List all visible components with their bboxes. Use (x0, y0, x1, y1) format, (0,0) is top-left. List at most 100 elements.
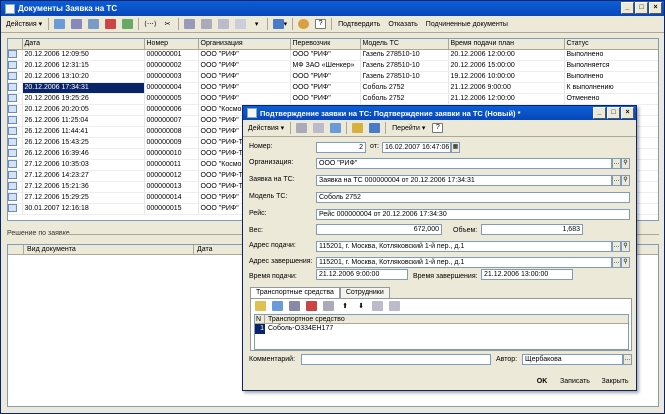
volume-field[interactable]: 1,683 (481, 224, 583, 235)
table-row[interactable]: 1 Соболь-О334ЕН177 (255, 324, 628, 334)
actions-menu-button[interactable]: Действия ▾ (3, 17, 45, 31)
calendar-icon[interactable]: ▦ (451, 142, 460, 153)
trip-field[interactable]: Рейс 000000004 от 20.12.2006 17:34:30 (316, 209, 630, 220)
post-icon[interactable] (294, 121, 309, 135)
comment-field[interactable] (301, 354, 491, 365)
tab-employees[interactable]: Сотрудники (339, 287, 390, 298)
cell-carrier: ООО "РИФ" (290, 71, 361, 83)
cell-status: Отменено (564, 93, 658, 105)
print-icon[interactable]: ▾ (271, 17, 290, 31)
help-icon[interactable]: ? (313, 17, 328, 31)
col-number[interactable]: Номер (144, 39, 199, 50)
minimize-button[interactable]: _ (621, 2, 634, 14)
col-model[interactable]: Модель ТС (360, 39, 449, 50)
tab-vehicles[interactable]: Транспортные средства (250, 287, 340, 298)
sort-icon[interactable] (216, 17, 231, 31)
number-field[interactable]: 2 (316, 142, 366, 153)
select-request-button[interactable]: … (612, 175, 621, 186)
table-header: Дата Номер Организация Перевозчик Модель… (8, 39, 658, 50)
col-date[interactable]: Дата (22, 39, 145, 50)
select-to-address-button[interactable]: … (612, 257, 621, 268)
sort-desc-icon[interactable] (387, 299, 402, 313)
print-preview-icon[interactable] (350, 121, 365, 135)
table-row[interactable]: 20.12.2006 17:34:31 000000004 ООО "РИФ" ООО… (8, 82, 658, 94)
open-to-address-icon[interactable]: ⚲ (621, 257, 630, 268)
select-author-button[interactable]: … (623, 354, 632, 365)
hierarchy-icon[interactable]: ⟨⋯⟩ (142, 17, 158, 31)
post-icon[interactable] (120, 17, 135, 31)
filter-icon[interactable] (182, 17, 197, 31)
to-address-field[interactable]: 115201, г. Москва, Котляковский 1-й пер.… (316, 257, 612, 268)
dialog-actions-menu[interactable]: Действия ▾ (245, 121, 287, 135)
copy-icon[interactable] (69, 17, 84, 31)
copy-row-icon[interactable] (270, 299, 285, 313)
edit-icon[interactable] (86, 17, 101, 31)
start-time-field[interactable]: 21.12.2006 9:00:00 (316, 269, 408, 280)
open-org-icon[interactable]: ⚲ (621, 158, 630, 169)
unpost-icon[interactable] (311, 121, 326, 135)
table-row[interactable]: 20.12.2006 12:09:50 000000001 ООО "РИФ" ООО… (8, 49, 658, 61)
cell-status: Выполнено (564, 71, 658, 83)
document-row-icon (8, 82, 17, 91)
open-from-address-icon[interactable]: ⚲ (621, 241, 630, 252)
col-status[interactable]: Статус (564, 39, 658, 50)
model-field[interactable]: Соболь 2752 (316, 192, 630, 203)
col-plan-time[interactable]: Время подачи план (448, 39, 565, 50)
weight-field[interactable]: 672,000 (316, 224, 442, 235)
confirm-button[interactable]: Подтвердить (335, 17, 383, 31)
edit-row-icon[interactable] (287, 299, 302, 313)
cell-date: 26.12.2006 16:39:46 (22, 148, 145, 160)
col-carrier[interactable]: Перевозчик (290, 39, 361, 50)
col-organization[interactable]: Организация (198, 39, 291, 50)
funnel-icon[interactable]: ▾ (250, 17, 264, 31)
help-icon[interactable]: ? (430, 121, 445, 135)
cell-status: Выполнено (564, 49, 658, 61)
refresh-icon[interactable] (296, 17, 311, 31)
cell-model: Соболь 2752 (360, 82, 449, 94)
request-field[interactable]: Заявка на ТС 000000004 от 20.12.2006 17:… (316, 175, 612, 186)
volume-label: Объем: (453, 227, 478, 234)
vehicles-grid[interactable]: N Транспортное средство 1 Соболь-О334ЕН1… (254, 314, 629, 350)
author-field[interactable]: Щербакова (522, 354, 623, 365)
find-icon[interactable]: ✂ (161, 17, 175, 31)
select-from-address-button[interactable]: … (612, 241, 621, 252)
end-edit-icon[interactable] (321, 299, 336, 313)
move-down-icon[interactable]: ⬇ (354, 299, 368, 313)
document-row-icon (8, 49, 17, 58)
refresh-icon[interactable] (328, 121, 343, 135)
move-up-icon[interactable]: ⬆ (338, 299, 352, 313)
dialog-minimize-button[interactable]: _ (593, 107, 606, 119)
organization-field[interactable]: ООО "РИФ" (316, 158, 612, 169)
add-icon[interactable] (52, 17, 67, 31)
save-button[interactable]: Записать (556, 375, 594, 388)
from-address-field[interactable]: 115201, г. Москва, Котляковский 1-й пер.… (316, 241, 612, 252)
dialog-close-button[interactable]: × (621, 107, 634, 119)
date-label: от: (370, 143, 379, 150)
dialog-maximize-button[interactable]: □ (607, 107, 620, 119)
subordinate-docs-button[interactable]: Подчиненные документы (423, 17, 511, 31)
close-dialog-button[interactable]: Закрыть (597, 375, 633, 388)
table-row[interactable]: 20.12.2006 19:25:26 000000005 ООО "РИФ" ООО… (8, 93, 658, 105)
add-row-icon[interactable] (253, 299, 268, 313)
table-row[interactable]: 20.12.2006 12:31:15 000000002 ООО "РИФ" МФ … (8, 60, 658, 72)
date-field[interactable]: 16.02.2007 16:47:06 (382, 142, 451, 153)
close-button[interactable]: × (649, 2, 662, 14)
delete-row-icon[interactable] (304, 299, 319, 313)
table-row[interactable]: 20.12.2006 13:10:20 000000003 ООО "РИФ" ООО… (8, 71, 658, 83)
cell-plan-time: 20.12.2006 15:00:00 (448, 60, 565, 72)
clear-filter-icon[interactable] (233, 17, 248, 31)
filter-list-icon[interactable] (199, 17, 214, 31)
end-time-field[interactable]: 21.12.2006 13:00:00 (481, 269, 573, 280)
structure-icon[interactable] (367, 121, 382, 135)
goto-menu[interactable]: Перейти ▾ (389, 121, 428, 135)
open-request-icon[interactable]: ⚲ (621, 175, 630, 186)
sort-asc-icon[interactable] (370, 299, 385, 313)
cell-model: Газель 278510-10 (360, 60, 449, 72)
ok-button[interactable]: OK (533, 375, 551, 388)
col-doc-type[interactable]: Вид документа (24, 245, 194, 254)
cell-model: Газель 278510-10 (360, 71, 449, 83)
select-org-button[interactable]: … (612, 158, 621, 169)
delete-icon[interactable] (103, 17, 118, 31)
maximize-button[interactable]: □ (635, 2, 648, 14)
refuse-button[interactable]: Отказать (385, 17, 420, 31)
